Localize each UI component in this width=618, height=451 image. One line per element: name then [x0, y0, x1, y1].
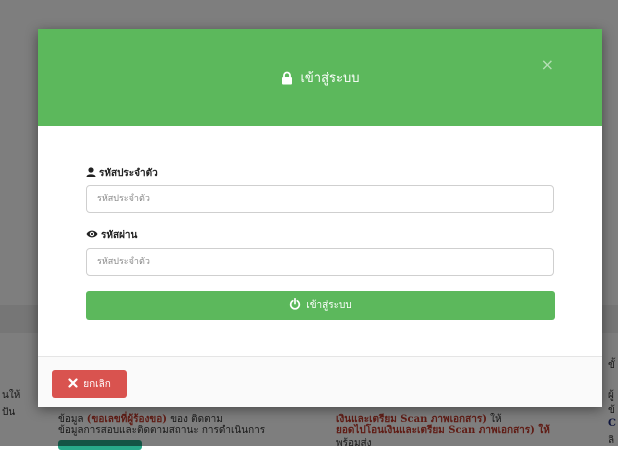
cancel-button-label: ยกเลิก: [83, 378, 111, 390]
username-input[interactable]: [86, 185, 554, 213]
close-x-icon: [68, 377, 78, 391]
password-label-text: รหัสผ่าน: [101, 230, 138, 241]
user-icon: [86, 167, 96, 180]
password-input[interactable]: [86, 248, 554, 276]
modal-footer: ยกเลิก: [38, 356, 602, 407]
cancel-button[interactable]: ยกเลิก: [52, 370, 127, 398]
power-icon: [289, 297, 301, 313]
eye-icon: [86, 229, 98, 242]
username-label-text: รหัสประจำตัว: [99, 168, 158, 179]
login-button-label: เข้าสู่ระบบ: [306, 300, 352, 311]
login-button[interactable]: เข้าสู่ระบบ: [86, 291, 555, 320]
login-modal: เข้าสู่ระบบ × รหัสประจำตัว รหัสผ่าน: [38, 29, 602, 407]
modal-header: เข้าสู่ระบบ ×: [38, 29, 602, 126]
modal-title-text: เข้าสู่ระบบ: [300, 71, 360, 86]
modal-title: เข้าสู่ระบบ: [38, 67, 602, 88]
username-label: รหัสประจำตัว: [86, 166, 158, 181]
lock-icon: [280, 71, 294, 85]
close-icon[interactable]: ×: [541, 57, 554, 73]
password-label: รหัสผ่าน: [86, 228, 137, 243]
